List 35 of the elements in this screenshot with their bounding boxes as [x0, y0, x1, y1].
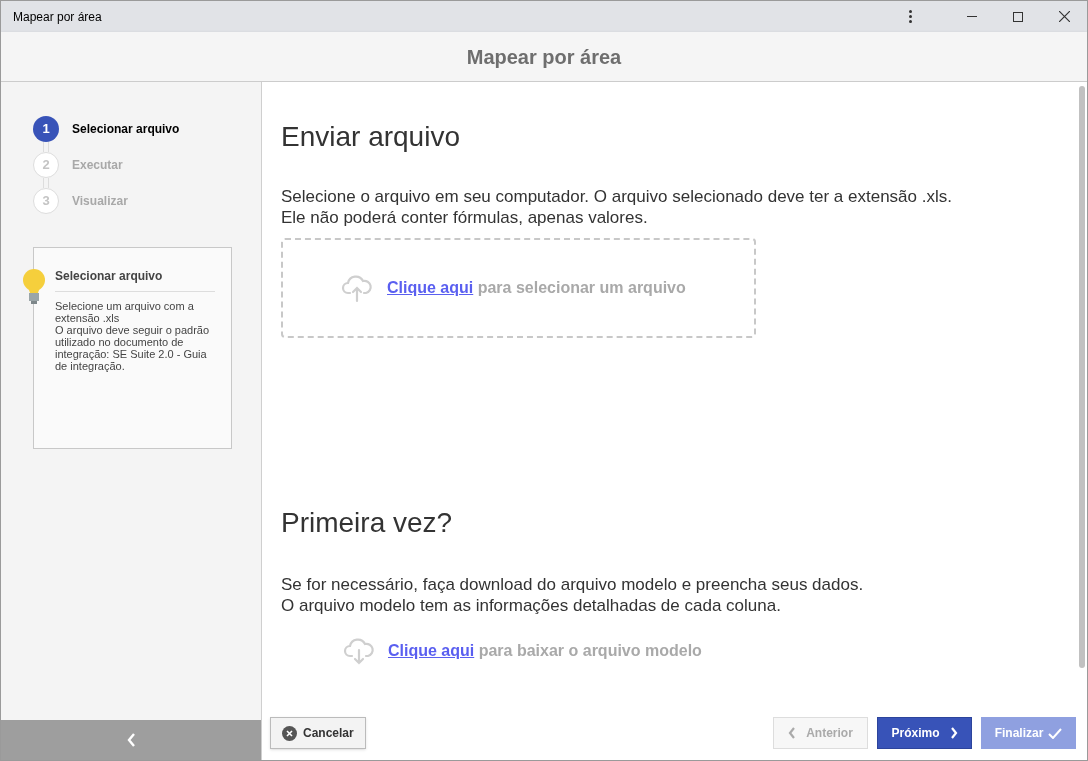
help-text: Selecione um arquivo com a extensão .xls — [55, 300, 195, 324]
window-title: Mapear por área — [13, 8, 103, 26]
step-number: 1 — [33, 116, 59, 142]
instruction-text: Se for necessário, faça download do arquivo modelo e preencha seus dados. — [281, 574, 865, 595]
checkmark-icon — [1048, 727, 1063, 739]
scrollbar-thumb[interactable] — [1079, 86, 1085, 668]
chevron-right-icon — [949, 727, 958, 739]
page-title: Mapear por área — [466, 44, 622, 70]
chevron-left-icon — [788, 727, 797, 739]
drop-zone-text: para selecionar um arquivo — [477, 279, 686, 296]
step-label: Selecionar arquivo — [72, 121, 180, 138]
section-heading: Primeira vez? — [281, 506, 454, 540]
download-text: para baixar o arquivo modelo — [478, 642, 702, 659]
step-number: 2 — [33, 152, 59, 178]
next-button[interactable]: Próximo — [877, 717, 972, 749]
chevron-left-icon — [126, 733, 136, 747]
help-text: O arquivo deve seguir o padrão utilizado no documento de integração: SE Suite 2.0 - Guia de integração. — [55, 324, 211, 372]
instruction-text: Selecione o arquivo em seu computador. O arquivo selecionado deve ter a extensão .xls. — [281, 186, 953, 207]
section-heading: Enviar arquivo — [281, 120, 461, 154]
instruction-text: O arquivo modelo tem as informações detalhadas de cada coluna. — [281, 595, 782, 616]
step-number: 3 — [33, 188, 59, 214]
select-file-link[interactable]: Clique aqui — [387, 279, 474, 296]
download-template-link[interactable]: Clique aqui — [388, 642, 475, 659]
cloud-upload-icon — [341, 273, 373, 303]
lightbulb-icon — [21, 268, 47, 306]
collapse-button[interactable] — [1, 720, 261, 760]
step-label: Visualizar — [72, 193, 128, 210]
cancel-button[interactable]: Cancelar — [270, 717, 366, 749]
step-label: Executar — [72, 157, 123, 174]
close-circle-icon — [282, 725, 297, 741]
instruction-text: Ele não poderá conter fórmulas, apenas valores. — [281, 207, 649, 228]
drop-zone[interactable]: Clique aqui para selecionar um arquivo — [281, 238, 756, 338]
help-title: Selecionar arquivo — [55, 267, 215, 292]
close-icon — [1058, 11, 1070, 22]
cloud-download-icon — [343, 636, 375, 666]
